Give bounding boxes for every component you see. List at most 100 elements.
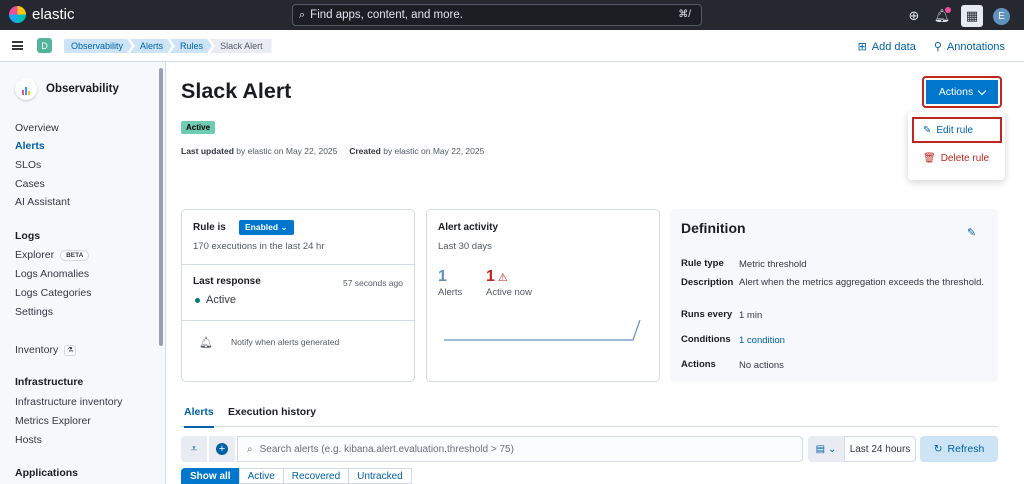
rule-enabled-dropdown[interactable]: Enabled ⌄ (239, 220, 294, 235)
edit-rule-button[interactable]: ✎ Edit rule (912, 117, 1002, 143)
sidebar-item-metrics-explorer[interactable]: Metrics Explorer (15, 415, 91, 427)
sidebar-item-logs-categories[interactable]: Logs Categories (15, 287, 91, 299)
top-bar: elastic ⌕ Find apps, content, and more. … (0, 0, 1024, 30)
sidebar-item-explorer-label: Explorer (15, 249, 55, 261)
actions-button[interactable]: Actions (922, 76, 1002, 108)
date-picker-button[interactable]: ▤ ⌄ (808, 436, 844, 462)
alert-activity-sparkline (444, 319, 641, 341)
sidebar-title-label: Observability (46, 83, 119, 95)
sidebar-item-overview[interactable]: Overview (15, 122, 59, 134)
refresh-button[interactable]: ↻ Refresh (920, 436, 998, 462)
filter-active[interactable]: Active (238, 468, 284, 484)
alert-activity-period: Last 30 days (438, 241, 492, 252)
active-now-count[interactable]: 1 ⚠ (486, 268, 508, 286)
rule-meta: Last updated by elastic on May 22, 2025 … (181, 146, 484, 156)
edit-definition-pencil-icon[interactable]: ✎ (967, 226, 976, 239)
news-feed-icon[interactable]: 🔔︎ (933, 7, 951, 25)
search-shortcut: ⌘/ (678, 9, 691, 20)
filter-untracked[interactable]: Untracked (348, 468, 412, 484)
global-search-placeholder: Find apps, content, and more. (310, 9, 463, 21)
definition-key-conditions: Conditions (681, 334, 731, 345)
global-search-input[interactable]: ⌕ Find apps, content, and more. ⌘/ (292, 4, 702, 26)
rule-is-label: Rule is (193, 222, 226, 233)
actions-menu: ✎ Edit rule 🗑︎ Delete rule (908, 112, 1005, 180)
alert-activity-title: Alert activity (438, 222, 499, 233)
sidebar-item-explorer[interactable]: Explorer BETA (15, 249, 90, 261)
active-now-label: Active now (486, 287, 532, 298)
filter-menu-button[interactable]: ⩡ (181, 436, 207, 462)
brand-name: elastic (32, 6, 75, 23)
alerts-search-input[interactable]: ⌕ Search alerts (e.g. kibana.alert.evalu… (237, 436, 803, 462)
filter-show-all[interactable]: Show all (181, 468, 240, 484)
notify-setting: Notify when alerts generated (231, 337, 340, 347)
divider (182, 320, 414, 321)
ai-assistant-icon[interactable]: ▦ (961, 5, 983, 27)
delete-rule-button[interactable]: 🗑︎ Delete rule (914, 147, 1000, 169)
breadcrumb-alerts[interactable]: Alerts (130, 39, 172, 53)
created-label: Created (349, 146, 381, 156)
sidebar-item-ai-assistant[interactable]: AI Assistant (15, 196, 70, 208)
conditions-link[interactable]: 1 condition (739, 334, 989, 347)
definition-key-actions: Actions (681, 359, 716, 370)
annotations-link[interactable]: ⚲ Annotations (934, 40, 1005, 53)
edit-rule-label: Edit rule (936, 124, 974, 136)
alerts-count[interactable]: 1 (438, 268, 447, 286)
sparkline-path (444, 319, 641, 341)
active-now-count-value: 1 (486, 268, 495, 285)
observability-icon (15, 78, 37, 100)
add-data-link[interactable]: ⊞ Add data (858, 40, 916, 53)
user-avatar[interactable]: E (993, 7, 1010, 25)
status-badge: Active (181, 121, 216, 134)
filter-recovered[interactable]: Recovered (282, 468, 350, 484)
delete-rule-label: Delete rule (940, 152, 990, 164)
breadcrumb-observability[interactable]: Observability (64, 39, 132, 53)
bell-icon: 🔔︎ (199, 337, 213, 349)
space-avatar[interactable]: D (37, 38, 52, 53)
last-response-status: Active (195, 294, 236, 306)
tab-execution-history[interactable]: Execution history (228, 406, 316, 418)
elastic-logo-icon (9, 6, 26, 23)
definition-key-rule-type: Rule type (681, 258, 724, 269)
alerts-search-placeholder: Search alerts (e.g. kibana.alert.evaluat… (259, 443, 514, 455)
alert-activity-card: Alert activity Last 30 days 1 1 ⚠ Alerts … (426, 209, 660, 382)
elastic-logo[interactable]: elastic (9, 6, 75, 23)
definition-title: Definition (681, 220, 746, 236)
refresh-icon: ↻ (933, 443, 943, 455)
sidebar-item-slos[interactable]: SLOs (15, 159, 41, 171)
search-icon: ⌕ (299, 8, 306, 21)
last-response-status-label: Active (206, 294, 236, 306)
sidebar-item-cases[interactable]: Cases (15, 178, 45, 190)
tab-alerts[interactable]: Alerts (184, 406, 214, 428)
chevron-down-icon: ⌄ (280, 222, 288, 232)
calendar-icon: ▤ (815, 443, 826, 455)
sidebar-item-inventory-label: Inventory (15, 344, 59, 356)
definition-value-actions: No actions (739, 360, 784, 371)
alerts-filter-bar: ⩡ + ⌕ Search alerts (e.g. kibana.alert.e… (181, 436, 998, 462)
sidebar-scrollbar[interactable] (159, 68, 163, 346)
warning-icon: ⚠ (497, 272, 508, 284)
last-updated-text: by elastic on May 22, 2025 (233, 146, 338, 156)
sidebar-title[interactable]: Observability (15, 78, 119, 100)
alerts-label: Alerts (438, 287, 463, 298)
annotations-icon: ⚲ (933, 41, 942, 53)
sidebar-item-infrastructure-inventory[interactable]: Infrastructure inventory (15, 396, 122, 408)
help-icon[interactable]: ⊕ (905, 7, 923, 25)
plus-icon: + (216, 443, 228, 455)
menu-toggle-icon[interactable] (12, 41, 23, 50)
date-range-value[interactable]: Last 24 hours (844, 436, 916, 462)
sidebar-item-inventory[interactable]: Inventory ⚗ (15, 344, 77, 356)
breadcrumb-rules[interactable]: Rules (170, 39, 212, 53)
add-data-label: Add data (871, 41, 916, 53)
trash-icon: 🗑︎ (923, 152, 936, 164)
page-title: Slack Alert (181, 79, 292, 103)
breadcrumb-current: Slack Alert (210, 39, 272, 53)
chevron-down-icon (977, 86, 987, 95)
add-filter-button[interactable]: + (209, 436, 235, 462)
sidebar-item-hosts[interactable]: Hosts (15, 434, 42, 446)
sidebar-item-alerts[interactable]: Alerts (15, 140, 45, 152)
sidebar-item-settings[interactable]: Settings (15, 306, 53, 318)
notification-dot (945, 7, 951, 13)
sidebar-heading-applications: Applications (15, 467, 79, 479)
sidebar-item-logs-anomalies[interactable]: Logs Anomalies (15, 268, 89, 280)
definition-card: Definition ✎ Rule type Metric threshold … (670, 209, 998, 382)
